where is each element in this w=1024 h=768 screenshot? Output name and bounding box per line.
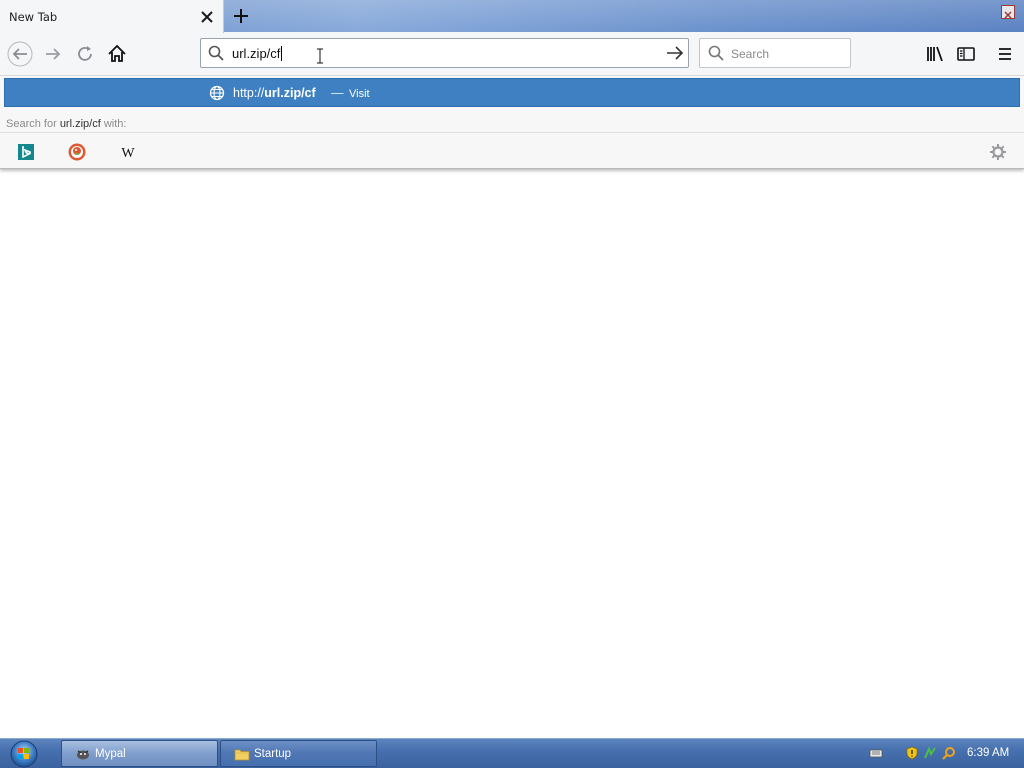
gear-icon[interactable] [989,143,1007,161]
keyboard-icon[interactable] [869,746,883,760]
reload-icon[interactable] [72,41,98,67]
window-close-button[interactable] [1001,5,1015,19]
start-orb-icon[interactable] [10,740,38,768]
sidebar-icon[interactable] [953,41,979,67]
ibeam-cursor-icon [317,48,323,64]
bing-icon[interactable] [16,142,36,162]
folder-icon [234,749,250,761]
url-bar[interactable]: url.zip/cf [200,38,689,68]
search-icon [208,45,224,61]
url-input-text: url.zip/cf [232,45,281,61]
search-bar[interactable]: Search [699,38,851,68]
mypal-icon [77,750,89,760]
svg-text:W: W [121,146,135,161]
globe-icon [209,85,225,101]
taskbar-app-label: Mypal [95,748,126,760]
back-arrow-icon[interactable] [7,41,33,67]
magnifier-tray-icon[interactable] [942,746,956,760]
autocomplete-popup: http://url.zip/cf — Visit Search for url… [0,76,1024,169]
shield-icon[interactable] [905,746,919,760]
search-for-prefix: Search for [6,118,57,130]
search-for-term: url.zip/cf [59,118,101,130]
close-icon [1004,11,1012,19]
text-caret [281,45,283,61]
wikipedia-icon[interactable]: W [118,142,138,162]
taskbar-clock: 6:39 AM [967,747,1010,759]
network-icon[interactable] [923,746,937,760]
url-input[interactable]: url.zip/cf [232,44,283,62]
menu-icon[interactable] [992,41,1018,67]
home-icon[interactable] [104,41,130,67]
library-icon[interactable] [922,41,948,67]
tab-new-tab[interactable]: New Tab [0,0,224,33]
suggestion-visit-row[interactable]: http://url.zip/cf — Visit [4,78,1020,107]
tab-strip: New Tab [0,0,1024,33]
search-icon [708,45,724,61]
taskbar: Mypal Startup 6:39 AM [0,738,1024,768]
search-for-suffix: with: [103,118,127,130]
new-tab-plus-icon[interactable] [231,6,251,26]
navigation-toolbar: url.zip/cf Search [0,32,1024,76]
suggestion-dash: — [331,86,344,100]
go-arrow-icon[interactable] [666,45,684,61]
suggestion-url-prefix: http:// [233,86,265,100]
close-tab-icon[interactable] [199,9,215,25]
suggestion-url: http://url.zip/cf [233,86,316,100]
search-for-label: Search for url.zip/cf with: [6,118,126,130]
duckduckgo-icon[interactable] [67,142,87,162]
tab-title: New Tab [9,10,58,24]
forward-arrow-icon[interactable] [40,41,66,67]
taskbar-app-mypal[interactable]: Mypal [61,740,218,767]
search-placeholder: Search [731,47,770,61]
search-engines-row: W [0,132,1024,168]
taskbar-app-label: Startup [254,748,292,760]
suggestion-action: Visit [349,88,370,100]
taskbar-app-startup[interactable]: Startup [220,740,377,767]
suggestion-url-host: url.zip/cf [264,86,316,100]
